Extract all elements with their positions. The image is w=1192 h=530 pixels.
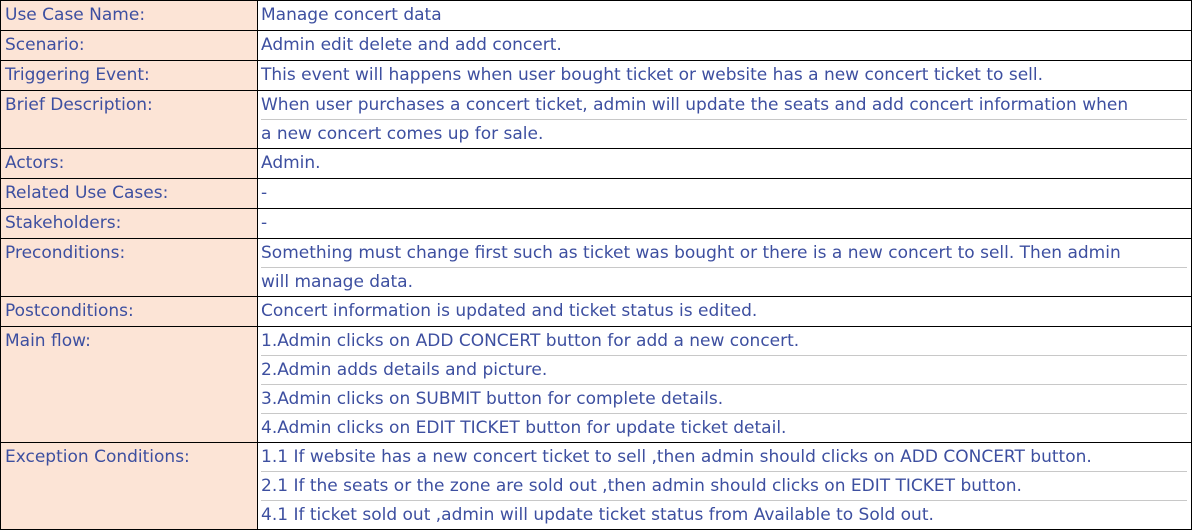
row-label: Preconditions: [0, 238, 258, 297]
value-line: - [261, 213, 268, 233]
row-label: Brief Description: [0, 90, 258, 149]
value-line: - [261, 183, 268, 203]
use-case-rows: Use Case Name: Manage concert data Scenari… [0, 0, 1192, 530]
row-value: This event will happens when user bought… [257, 60, 1192, 91]
row-value: When user purchases a concert ticket, ad… [257, 90, 1192, 149]
table-row: Scenario: Admin edit delete and add conce… [0, 30, 1192, 61]
table-row: Stakeholders: - [0, 208, 1192, 239]
row-label: Postconditions: [0, 296, 258, 327]
value-line: 1.1 If website has a new concert ticket … [261, 444, 1187, 472]
row-value: Manage concert data [257, 0, 1192, 31]
table-row: Postconditions: Concert information is up… [0, 296, 1192, 327]
value-line: 4.Admin clicks on EDIT TICKET button for… [261, 418, 787, 438]
value-line: This event will happens when user bought… [261, 65, 1044, 85]
value-line: Admin. [261, 153, 321, 173]
table-row: Exception Conditions: 1.1 If website has … [0, 442, 1192, 530]
row-label: Triggering Event: [0, 60, 258, 91]
value-line: will manage data. [261, 272, 413, 292]
value-line: 4.1 If ticket sold out ,admin will updat… [261, 505, 934, 525]
row-value: 1.Admin clicks on ADD CONCERT button for… [257, 326, 1192, 443]
value-line: a new concert comes up for sale. [261, 124, 544, 144]
row-label: Related Use Cases: [0, 178, 258, 209]
table-row: Main flow: 1.Admin clicks on ADD CONCERT … [0, 326, 1192, 443]
use-case-table: Use Case Name: Manage concert data Scenari… [0, 0, 1192, 530]
row-value: Admin edit delete and add concert. [257, 30, 1192, 61]
row-label: Stakeholders: [0, 208, 258, 239]
row-label: Exception Conditions: [0, 442, 258, 530]
row-label: Scenario: [0, 30, 258, 61]
row-label: Main flow: [0, 326, 258, 443]
row-value: - [257, 178, 1192, 209]
value-line: 3.Admin clicks on SUBMIT button for comp… [261, 385, 1187, 414]
row-value: - [257, 208, 1192, 239]
row-value: Something must change first such as tick… [257, 238, 1192, 297]
value-line: 2.Admin adds details and picture. [261, 356, 1187, 385]
table-row: Related Use Cases: - [0, 178, 1192, 209]
value-line: Admin edit delete and add concert. [261, 35, 562, 55]
row-label: Use Case Name: [0, 0, 258, 31]
table-row: Actors: Admin. [0, 148, 1192, 179]
table-row: Preconditions: Something must change firs… [0, 238, 1192, 297]
row-label: Actors: [0, 148, 258, 179]
row-value: Concert information is updated and ticke… [257, 296, 1192, 327]
value-line: Concert information is updated and ticke… [261, 301, 758, 321]
table-row: Use Case Name: Manage concert data [0, 0, 1192, 31]
value-line: 1.Admin clicks on ADD CONCERT button for… [261, 328, 1187, 356]
row-value: 1.1 If website has a new concert ticket … [257, 442, 1192, 530]
value-line: 2.1 If the seats or the zone are sold ou… [261, 472, 1187, 501]
value-line: Manage concert data [261, 5, 442, 25]
value-line: Something must change first such as tick… [261, 240, 1187, 268]
value-line: When user purchases a concert ticket, ad… [261, 92, 1187, 120]
table-row: Brief Description: When user purchases a … [0, 90, 1192, 149]
row-value: Admin. [257, 148, 1192, 179]
table-row: Triggering Event: This event will happens… [0, 60, 1192, 91]
